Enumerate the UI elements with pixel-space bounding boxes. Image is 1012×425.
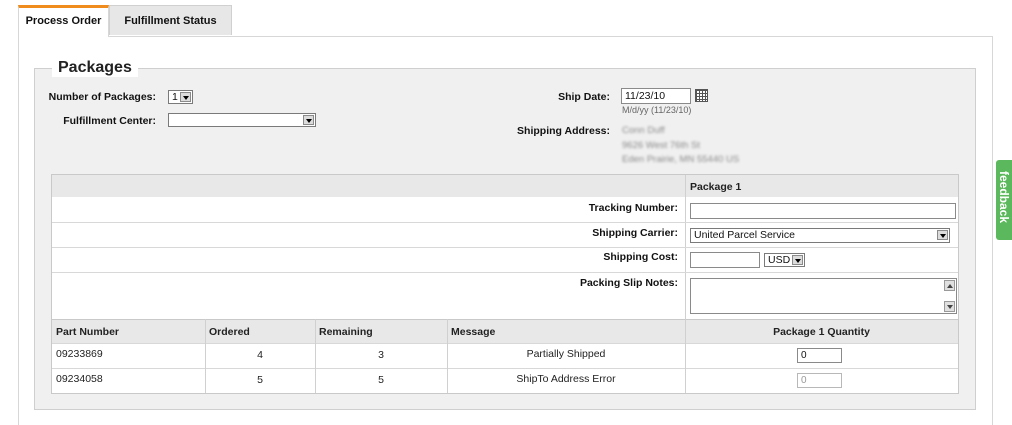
tracking-number-label: Tracking Number:	[588, 202, 678, 214]
col-part-number: Part Number	[56, 326, 120, 338]
packing-slip-notes-textarea[interactable]	[690, 278, 957, 314]
package-table: Package 1 Tracking Number: Shipping Carr…	[51, 174, 959, 394]
package-table-header	[52, 175, 958, 197]
package-1-header: Package 1	[690, 181, 742, 193]
chevron-down-icon	[937, 230, 948, 240]
calendar-icon[interactable]	[695, 89, 708, 102]
chevron-down-icon	[303, 115, 314, 125]
col-remaining: Remaining	[319, 326, 373, 338]
part-number: 09233869	[56, 348, 103, 360]
scroll-down-icon[interactable]	[944, 301, 955, 312]
package-1-quantity-input[interactable]: 0	[797, 373, 842, 388]
chevron-down-icon	[180, 92, 191, 102]
feedback-tab[interactable]: feedback	[996, 160, 1012, 240]
ship-date-input[interactable]: 11/23/10	[621, 88, 691, 104]
row-divider	[52, 319, 958, 320]
fulfillment-center-label: Fulfillment Center:	[63, 115, 156, 127]
message-value: Partially Shipped	[526, 348, 606, 360]
row-divider	[52, 247, 958, 248]
chevron-down-icon	[792, 255, 803, 265]
packing-slip-notes-label: Packing Slip Notes:	[579, 277, 678, 289]
shipping-address-label: Shipping Address:	[517, 125, 610, 137]
num-packages-select[interactable]: 1	[168, 90, 193, 104]
col-message: Message	[451, 326, 496, 338]
ordered-value: 5	[257, 374, 263, 386]
row-divider	[52, 343, 958, 344]
row-divider	[52, 368, 958, 369]
remaining-value: 3	[378, 349, 384, 361]
package-1-quantity-input[interactable]: 0	[797, 348, 842, 363]
row-divider	[52, 222, 958, 223]
ship-date-hint: M/d/yy (11/23/10)	[622, 105, 692, 115]
tab-process-order[interactable]: Process Order	[18, 5, 109, 37]
scroll-up-icon[interactable]	[944, 280, 955, 291]
shipping-cost-input[interactable]	[690, 252, 760, 268]
col-package-1-quantity: Package 1 Quantity	[773, 326, 870, 338]
ship-date-label: Ship Date:	[558, 91, 610, 103]
tab-fulfillment-status[interactable]: Fulfillment Status	[109, 5, 232, 35]
feedback-label: feedback	[997, 170, 1011, 224]
shipping-carrier-label: Shipping Carrier:	[592, 227, 678, 239]
fulfillment-center-select[interactable]	[168, 113, 316, 127]
message-value: ShipTo Address Error	[516, 373, 616, 385]
currency-value: USD	[768, 254, 791, 266]
shipping-carrier-select[interactable]: United Parcel Service	[690, 228, 950, 243]
col-ordered: Ordered	[209, 326, 250, 338]
shipping-address-line-1: Conn Duff	[622, 125, 665, 136]
ordered-value: 4	[257, 349, 263, 361]
shipping-carrier-value: United Parcel Service	[694, 229, 795, 241]
currency-select[interactable]: USD	[764, 253, 805, 267]
shipping-address-line-2: 9626 West 76th St	[622, 140, 700, 151]
packages-title: Packages	[52, 59, 138, 77]
shipping-address-line-3: Eden Prairie, MN 55440 US	[622, 154, 740, 165]
remaining-value: 5	[378, 374, 384, 386]
row-divider	[52, 272, 958, 273]
tracking-number-input[interactable]	[690, 203, 956, 219]
num-packages-value: 1	[172, 91, 178, 103]
part-number: 09234058	[56, 373, 103, 385]
shipping-cost-label: Shipping Cost:	[603, 251, 678, 263]
num-packages-label: Number of Packages:	[48, 91, 156, 103]
